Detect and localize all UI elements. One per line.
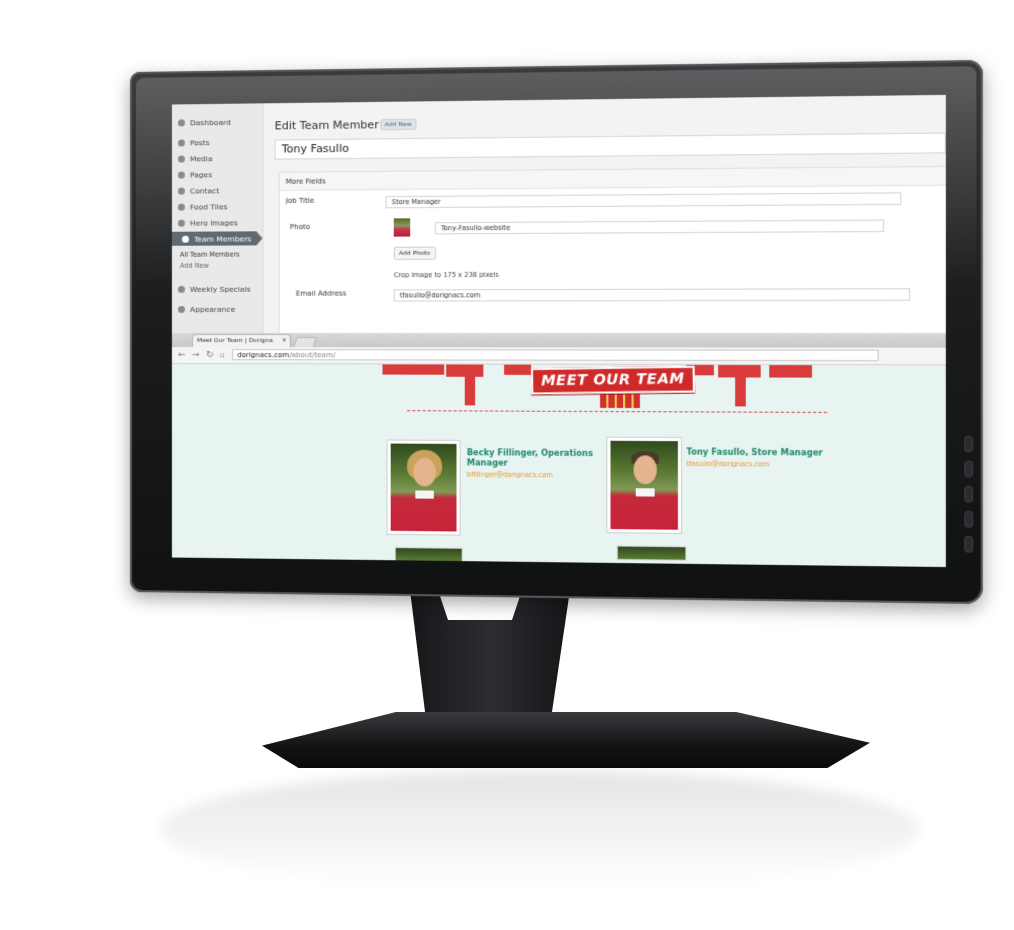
- close-icon[interactable]: ✕: [282, 337, 287, 344]
- monitor-button: [965, 436, 972, 452]
- sidebar-item-label: Team Members: [193, 233, 252, 244]
- dashboard-icon: [177, 119, 185, 127]
- gear-icon: [181, 235, 189, 243]
- member-name: Tony Fasullo, Store Manager: [686, 447, 823, 458]
- member-email[interactable]: bfillinger@dorignacs.com: [467, 471, 553, 480]
- monitor-stand-base: [262, 712, 870, 768]
- tab-bar: Meet Our Team | Dorigna ✕: [171, 333, 946, 349]
- admin-main: Edit Team Member Add New Tony Fasullo Mo…: [269, 95, 946, 336]
- sidebar-item-hero-images[interactable]: Hero Images: [177, 218, 238, 228]
- address-bar[interactable]: dorignacs.com/about/team/: [232, 349, 879, 362]
- brush-icon: [177, 305, 185, 313]
- sidebar-item-label: Food Tiles: [189, 202, 228, 212]
- submenu-all-team-members[interactable]: All Team Members: [180, 251, 240, 259]
- job-title-input[interactable]: Store Manager: [385, 192, 902, 209]
- dotted-divider: [407, 410, 828, 413]
- sidebar-item-team-members[interactable]: Team Members: [171, 231, 257, 246]
- pin-icon: [177, 139, 185, 147]
- sidebar-item-label: Pages: [189, 170, 213, 180]
- monitor-button: [965, 486, 972, 502]
- bunting-flag: [769, 365, 813, 378]
- member-photo: [606, 436, 683, 534]
- monitor-screen: Dashboard Posts Media Pages Contact Food…: [171, 94, 946, 568]
- sidebar-item-contact[interactable]: Contact: [177, 186, 220, 196]
- member-photo-partial: [616, 545, 687, 561]
- more-fields-box: More Fields Job Title Store Manager Phot…: [278, 165, 946, 336]
- gear-icon: [177, 219, 185, 227]
- power-button[interactable]: [965, 536, 972, 552]
- sidebar-item-food-tiles[interactable]: Food Tiles: [177, 202, 228, 212]
- gear-icon: [177, 187, 185, 195]
- sidebar-item-label: Dashboard: [189, 117, 231, 128]
- gear-icon: [177, 285, 185, 293]
- pages-icon: [177, 171, 185, 179]
- photo-file-input[interactable]: Tony-Fasullo-website: [434, 219, 885, 235]
- page-icon: ▫: [220, 351, 225, 360]
- title-input[interactable]: Tony Fasullo: [274, 132, 946, 160]
- browser-window: Meet Our Team | Dorigna ✕ ← → ↻ ▫ dorign…: [171, 333, 946, 568]
- sidebar-item-weekly-specials[interactable]: Weekly Specials: [177, 284, 251, 294]
- member-name: Becky Fillinger, Operations Manager: [466, 448, 593, 468]
- tab-title: Meet Our Team | Dorigna: [196, 337, 273, 345]
- tab-meet-our-team[interactable]: Meet Our Team | Dorigna ✕: [191, 334, 291, 348]
- forward-arrow-icon[interactable]: →: [192, 349, 200, 361]
- email-label: Email Address: [295, 289, 347, 298]
- member-photo-partial: [394, 547, 463, 563]
- sidebar-item-posts[interactable]: Posts: [177, 138, 210, 148]
- page-title: Edit Team Member: [274, 118, 380, 133]
- sidebar-item-appearance[interactable]: Appearance: [177, 304, 236, 314]
- sidebar-item-media[interactable]: Media: [177, 154, 213, 164]
- website-viewport: MEET OUR TEAM Becky Fillinger, Operation…: [171, 364, 946, 568]
- sidebar-item-label: Hero Images: [189, 218, 238, 228]
- meet-our-team-banner: MEET OUR TEAM: [530, 365, 696, 395]
- photo-label: Photo: [289, 222, 311, 232]
- member-photo: [386, 439, 461, 536]
- monitor-button: [965, 461, 972, 477]
- reload-icon[interactable]: ↻: [206, 349, 214, 361]
- bunting-flag: [464, 374, 476, 406]
- url-host: dorignacs.com: [237, 351, 290, 360]
- media-icon: [177, 155, 185, 163]
- bunting-flag: [382, 364, 445, 375]
- crop-note: Crop image to 175 x 238 pixels: [393, 270, 499, 280]
- monitor-bezel: Dashboard Posts Media Pages Contact Food…: [130, 59, 983, 605]
- url-path: /about/team/: [289, 351, 336, 360]
- job-title-label: Job Title: [285, 196, 315, 205]
- bunting-flag: [735, 375, 746, 407]
- sidebar-item-label: Appearance: [189, 304, 236, 314]
- banner-text: MEET OUR TEAM: [540, 370, 685, 390]
- submenu-add-new[interactable]: Add New: [180, 262, 209, 270]
- sidebar-item-label: Weekly Specials: [189, 284, 251, 294]
- wp-admin-panel: Dashboard Posts Media Pages Contact Food…: [171, 94, 946, 336]
- member-email[interactable]: tfasullo@dorignacs.com: [686, 460, 769, 469]
- sidebar-item-label: Contact: [189, 186, 220, 196]
- back-arrow-icon[interactable]: ←: [178, 349, 186, 361]
- photo-thumbnail: [393, 218, 411, 237]
- sidebar-item-dashboard[interactable]: Dashboard: [177, 117, 231, 128]
- sidebar-item-label: Posts: [189, 138, 210, 148]
- bunting-flag: [504, 364, 532, 375]
- monitor-button: [965, 511, 972, 527]
- add-photo-button[interactable]: Add Photo: [393, 246, 436, 260]
- gear-icon: [177, 203, 185, 211]
- browser-toolbar: ← → ↻ ▫ dorignacs.com/about/team/: [171, 347, 946, 366]
- admin-sidebar: Dashboard Posts Media Pages Contact Food…: [171, 103, 264, 334]
- more-fields-header[interactable]: More Fields: [279, 166, 946, 191]
- monitor-stand-cable-hole: [440, 596, 520, 620]
- email-input[interactable]: tfasullo@dorignacs.com: [393, 288, 911, 302]
- sidebar-item-pages[interactable]: Pages: [177, 170, 213, 180]
- floor-reflection: [160, 770, 920, 890]
- add-new-button[interactable]: Add New: [380, 118, 416, 131]
- sidebar-item-label: Media: [189, 154, 213, 164]
